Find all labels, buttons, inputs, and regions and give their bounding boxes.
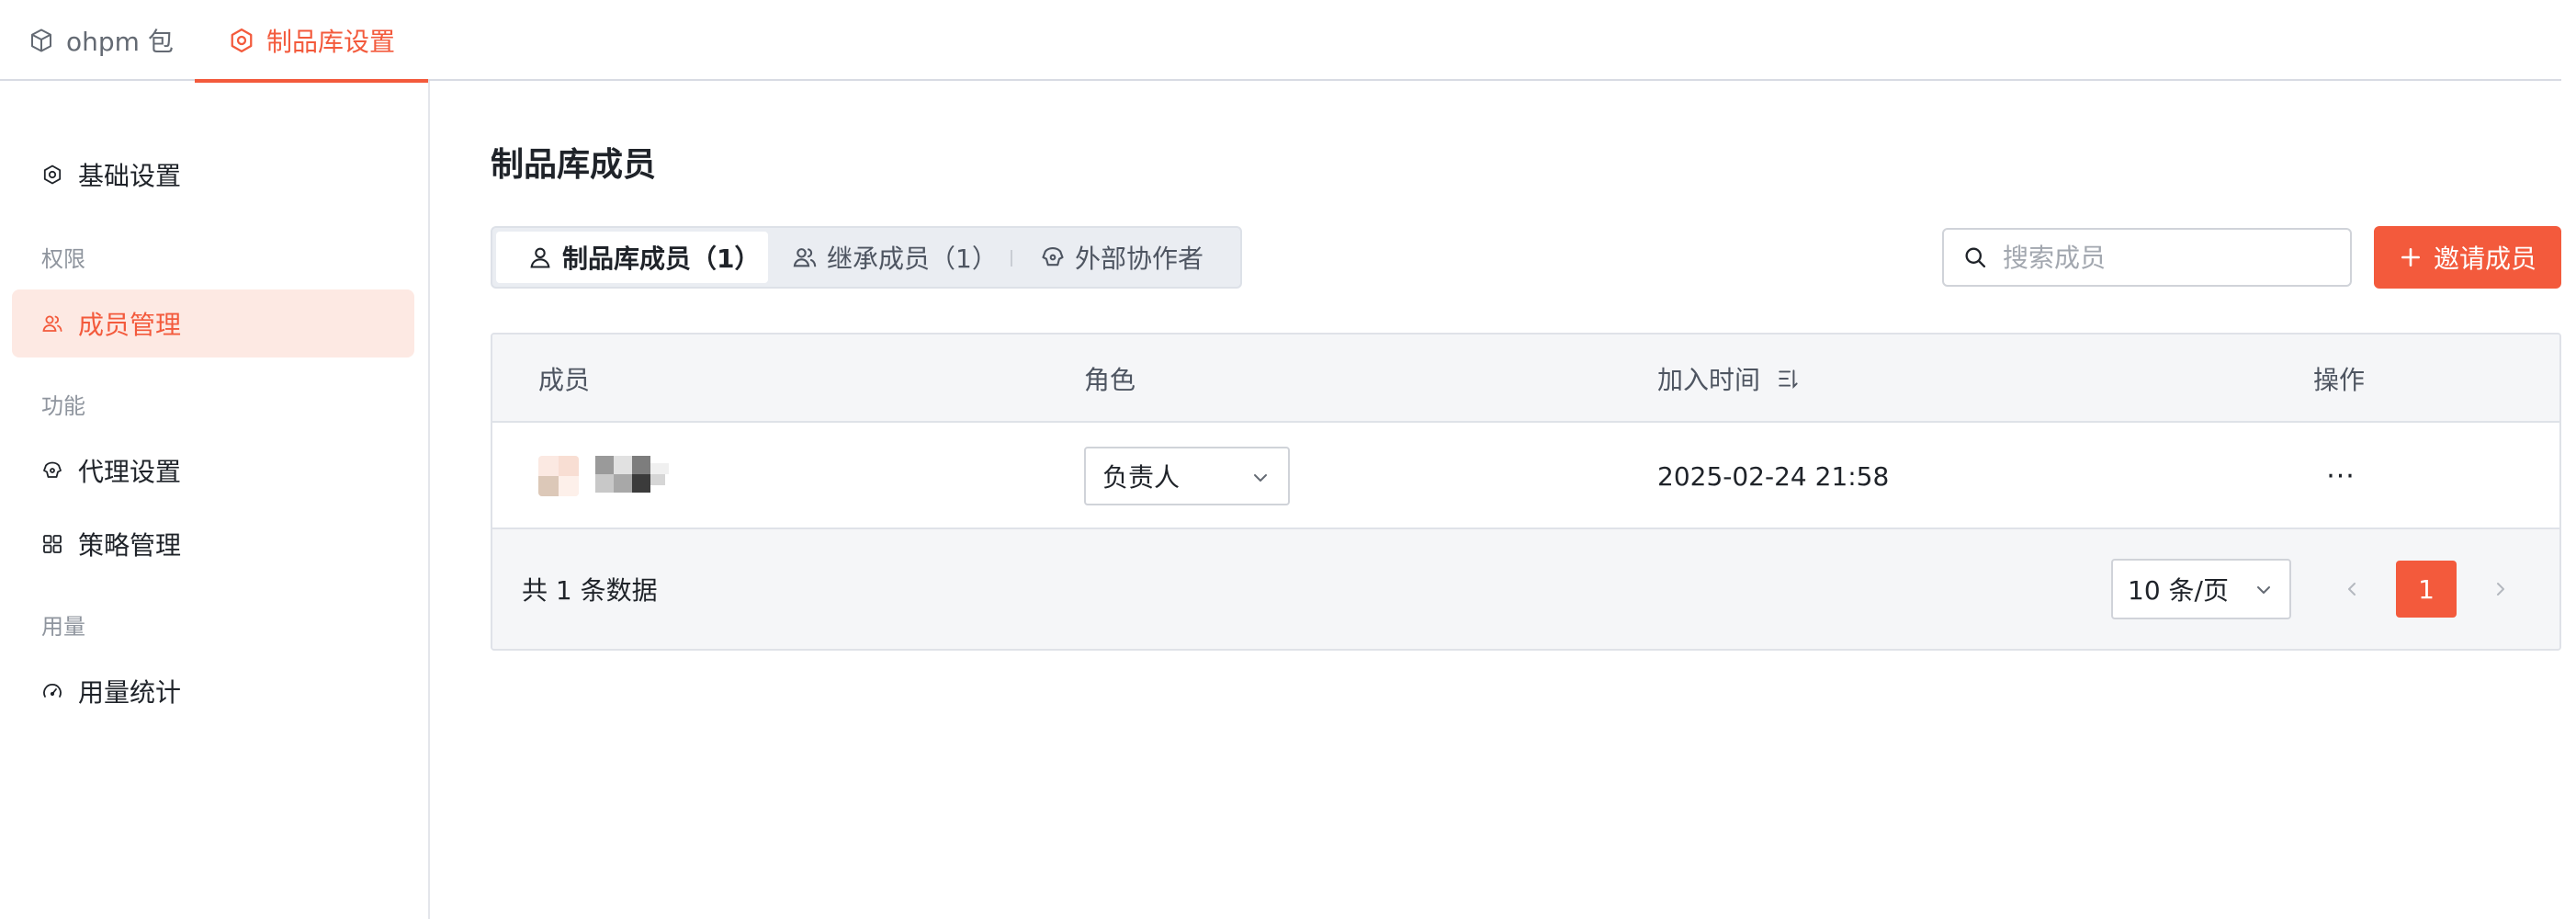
chevron-right-icon (2497, 583, 2504, 596)
role-select-value: 负责人 (1102, 462, 1181, 493)
package-icon (31, 28, 51, 52)
segment-repo-members[interactable]: 制品库成员（1） (496, 232, 768, 283)
page-size-value: 10 条/页 (2128, 575, 2229, 606)
tab-label: 制品库设置 (266, 27, 396, 57)
table-header: 成员 角色 加入时间 操作 (492, 335, 2559, 423)
sort-icon[interactable] (1777, 367, 1801, 391)
pagination-bar: 共 1 条数据 10 条/页 1 (492, 529, 2559, 649)
proxy-icon (43, 461, 62, 478)
sidebar-group-permission: 权限 (41, 246, 85, 272)
sidebar-item-proxy-settings[interactable]: 代理设置 (12, 437, 414, 505)
segment-label: 制品库成员（1） (562, 244, 761, 274)
column-header-label: 加入时间 (1657, 365, 1761, 395)
search-box[interactable] (1942, 228, 2352, 287)
sidebar-item-basic-settings[interactable]: 基础设置 (12, 141, 414, 209)
settings-icon (43, 165, 62, 185)
sidebar-item-label: 成员管理 (78, 310, 182, 340)
user-group-icon (42, 315, 62, 332)
previous-page-button[interactable] (2324, 561, 2379, 618)
settings-icon (231, 28, 253, 52)
member-type-segmented-control: 制品库成员（1） 继承成员（1） 外部协作者 (491, 226, 1242, 289)
next-page-button[interactable] (2473, 561, 2528, 618)
members-table: 成员 角色 加入时间 操作 负责人 2025-02-24 21:58 ··· 共… (491, 333, 2561, 651)
user-group-icon (793, 248, 817, 267)
grid-icon (43, 535, 62, 553)
segment-external-collaborators[interactable]: 外部协作者 (1040, 232, 1203, 283)
plus-icon (2401, 248, 2420, 267)
chevron-down-icon (2257, 586, 2270, 594)
page-title: 制品库成员 (491, 146, 657, 184)
invite-member-label: 邀请成员 (2433, 244, 2536, 274)
avatar (538, 456, 579, 496)
tab-label: ohpm 包 (66, 27, 174, 57)
sidebar-item-policy-management[interactable]: 策略管理 (12, 510, 414, 578)
segment-inherited-members[interactable]: 继承成员（1） (792, 232, 998, 283)
segment-divider (1011, 250, 1012, 267)
gauge-icon (43, 684, 62, 698)
sidebar-item-member-management[interactable]: 成员管理 (12, 289, 414, 357)
top-tab-bar: ohpm 包 制品库设置 (0, 0, 2561, 83)
table-row: 负责人 2025-02-24 21:58 ··· (492, 423, 2559, 529)
member-name-redacted (595, 456, 672, 496)
segment-label: 外部协作者 (1075, 244, 1204, 274)
page-size-select[interactable]: 10 条/页 (2111, 559, 2291, 619)
tab-repo-settings[interactable]: 制品库设置 (195, 0, 429, 83)
role-select[interactable]: 负责人 (1084, 447, 1290, 505)
sidebar-item-label: 基础设置 (78, 161, 182, 191)
search-icon (1965, 247, 1986, 268)
sidebar-group-usage: 用量 (41, 614, 85, 640)
join-time: 2025-02-24 21:58 (1657, 460, 1890, 492)
invite-member-button[interactable]: 邀请成员 (2374, 226, 2561, 289)
chevron-left-icon (2348, 583, 2356, 596)
handshake-icon (1042, 247, 1064, 267)
column-header-role: 角色 (1084, 365, 1136, 395)
column-header-join-time[interactable]: 加入时间 (1657, 335, 1801, 423)
total-count: 共 1 条数据 (522, 575, 658, 606)
user-icon (530, 247, 550, 268)
segment-label: 继承成员（1） (827, 244, 998, 274)
sidebar: 基础设置 权限 成员管理 功能 代理设置 策略管理 用量 用量统计 (0, 81, 430, 919)
sidebar-item-usage-statistics[interactable]: 用量统计 (12, 657, 414, 725)
search-input[interactable] (2003, 242, 2333, 273)
sidebar-item-label: 用量统计 (78, 677, 182, 708)
page-number-current[interactable]: 1 (2396, 561, 2457, 618)
sidebar-item-label: 策略管理 (78, 530, 182, 561)
sidebar-group-function: 功能 (41, 393, 85, 419)
column-header-member: 成员 (538, 365, 591, 395)
chevron-down-icon (1254, 474, 1267, 482)
column-header-actions: 操作 (2313, 365, 2366, 395)
tab-ohpm-package[interactable]: ohpm 包 (28, 0, 174, 81)
more-actions-button[interactable]: ··· (2321, 458, 2361, 494)
sidebar-item-label: 代理设置 (78, 457, 182, 487)
